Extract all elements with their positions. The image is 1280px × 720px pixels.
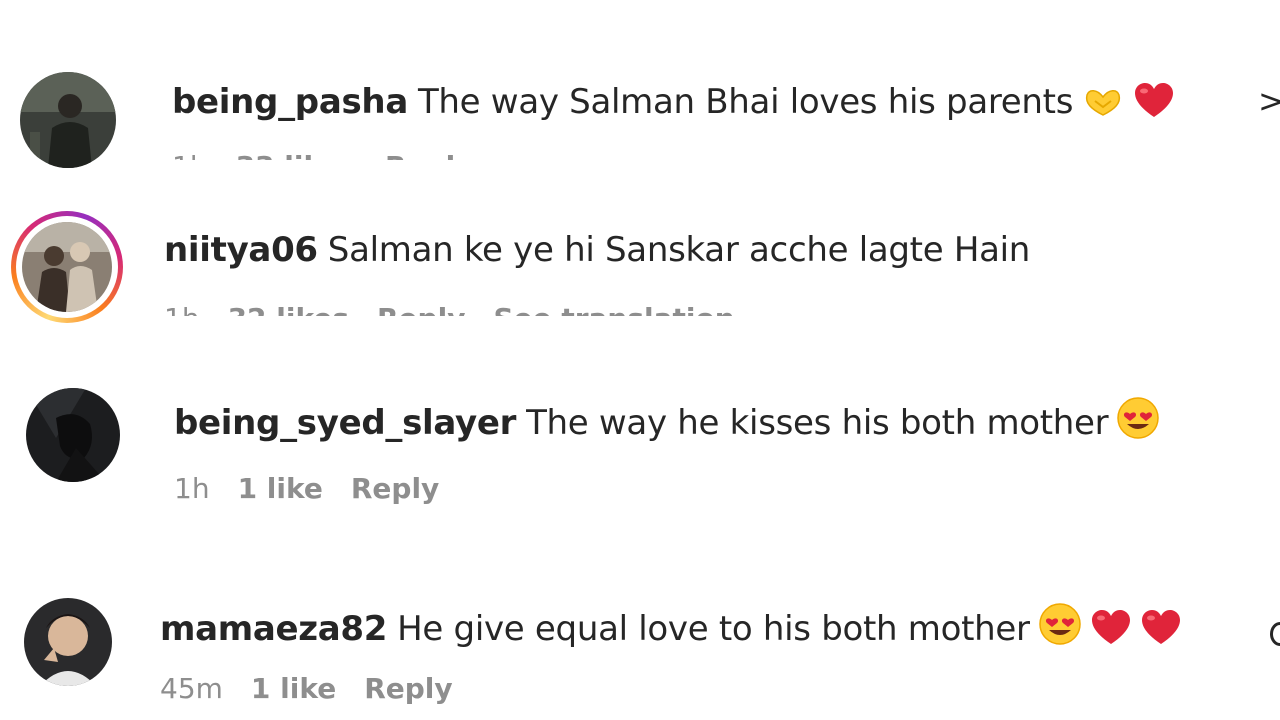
heart-eyes-icon xyxy=(1116,396,1160,440)
avatar[interactable] xyxy=(24,598,112,686)
comment-item: niitya06 Salman ke ye hi Sanskar acche la… xyxy=(0,226,1280,316)
reply-button[interactable]: Reply xyxy=(385,150,473,160)
comment-meta: 1h 32 likes Reply See translation xyxy=(164,302,763,316)
comment-body: mamaeza82 He give equal love to his both … xyxy=(160,602,1182,649)
comment-body: being_pasha The way Salman Bhai loves his… xyxy=(172,82,1175,122)
reply-button[interactable]: Reply xyxy=(351,472,439,505)
like-heart-icon[interactable] xyxy=(1270,622,1280,646)
heart-eyes-icon xyxy=(1038,602,1082,646)
comment-item: being_pasha The way Salman Bhai loves his… xyxy=(0,78,1280,160)
comment-meta: 1h 1 like Reply xyxy=(174,472,467,506)
username-link[interactable]: being_syed_slayer xyxy=(174,403,516,443)
comment-time: 1h xyxy=(174,472,210,505)
comment-text: He give equal love to his both mother xyxy=(397,609,1030,649)
comment-list: being_pasha The way Salman Bhai loves his… xyxy=(0,0,1280,720)
avatar-photo xyxy=(24,598,112,686)
see-translation-button[interactable]: See translation xyxy=(493,302,734,316)
comment-body: being_syed_slayer The way he kisses his b… xyxy=(174,396,1160,443)
comment-meta: 45m 1 like Reply xyxy=(160,672,481,706)
red-heart-icon xyxy=(1140,610,1182,646)
comment-time: 45m xyxy=(160,672,223,705)
reply-button[interactable]: Reply xyxy=(377,302,465,316)
reply-button[interactable]: Reply xyxy=(364,672,452,705)
comment-meta: 1h 33 likes Reply xyxy=(172,150,501,160)
comment-time: 1h xyxy=(172,150,208,160)
red-heart-icon xyxy=(1090,610,1132,646)
avatar-photo xyxy=(26,388,120,482)
heart-hands-icon xyxy=(1081,83,1125,119)
comment-text: The way he kisses his both mother xyxy=(526,403,1109,443)
avatar[interactable] xyxy=(26,388,120,482)
likes-count[interactable]: 33 likes xyxy=(236,150,357,160)
more-chevron-icon[interactable]: > xyxy=(1258,82,1280,120)
comment-text: Salman ke ye hi Sanskar acche lagte Hain xyxy=(327,230,1031,270)
comment-body: niitya06 Salman ke ye hi Sanskar acche la… xyxy=(164,230,1030,270)
red-heart-icon xyxy=(1133,83,1175,119)
username-link[interactable]: mamaeza82 xyxy=(160,609,387,649)
comment-time: 1h xyxy=(164,302,200,316)
likes-count[interactable]: 1 like xyxy=(238,472,323,505)
likes-count[interactable]: 32 likes xyxy=(228,302,349,316)
username-link[interactable]: niitya06 xyxy=(164,230,318,270)
comment-text: The way Salman Bhai loves his parents xyxy=(417,82,1074,122)
likes-count[interactable]: 1 like xyxy=(251,672,336,705)
username-link[interactable]: being_pasha xyxy=(172,82,408,122)
